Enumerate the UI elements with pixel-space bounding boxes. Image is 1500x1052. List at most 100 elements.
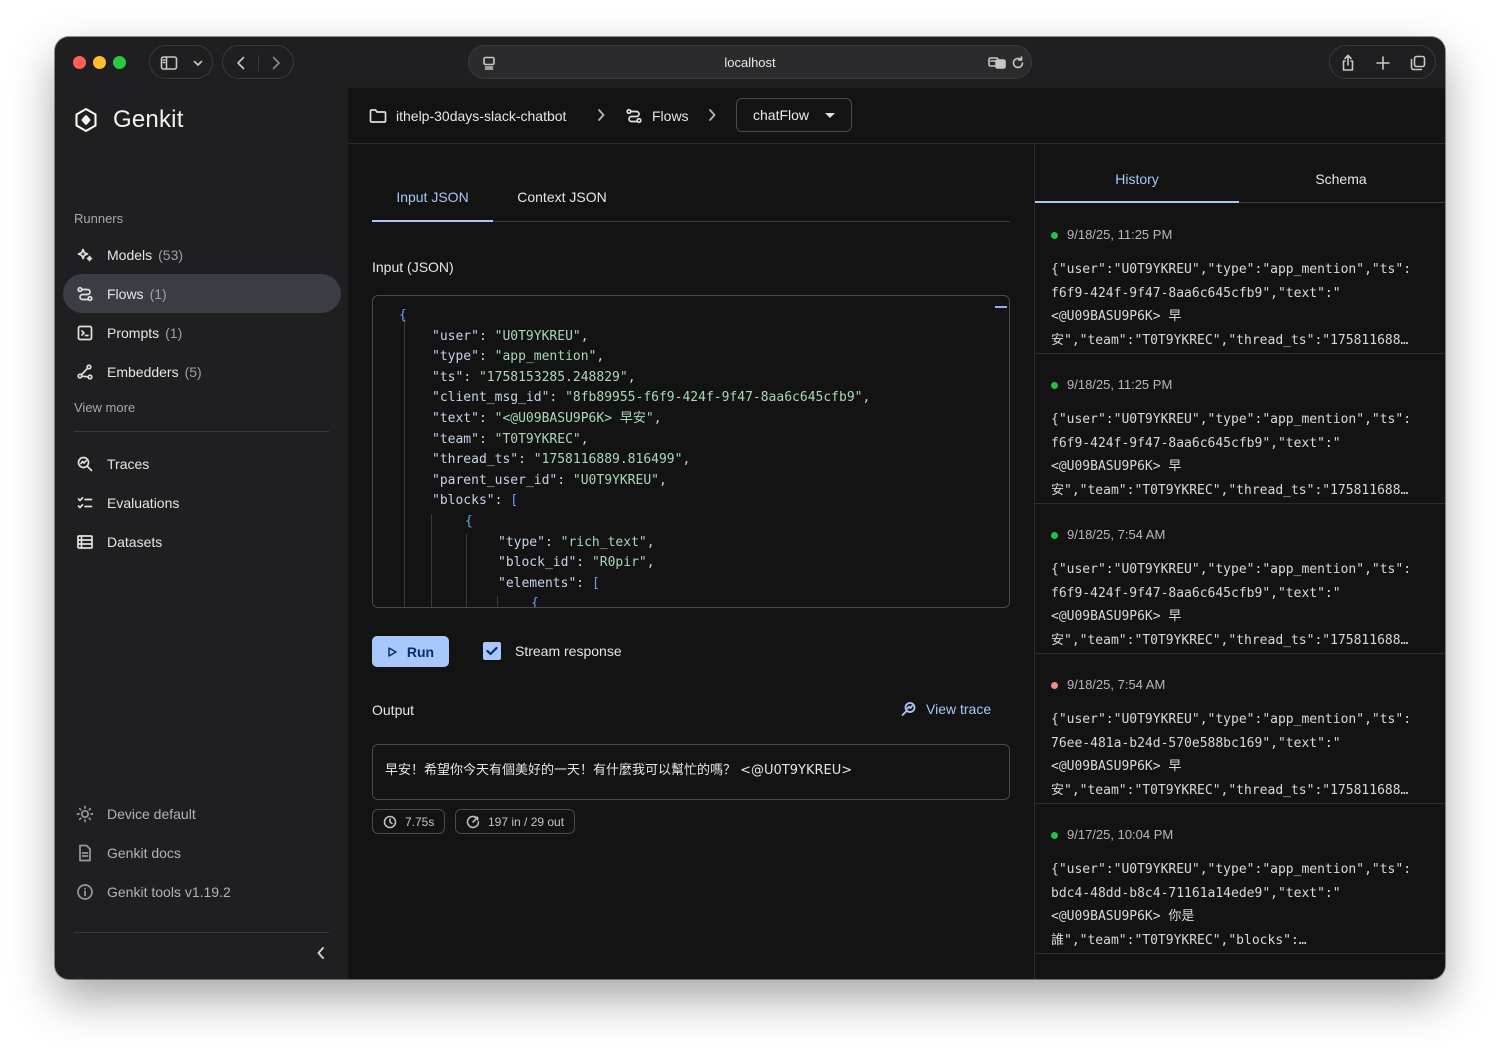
chevron-down-icon[interactable] [188, 46, 208, 80]
breadcrumb-project-label: ithelp-30days-slack-chatbot [396, 108, 567, 124]
sidebar-item-count: (1) [149, 285, 167, 302]
history-preview-line: 安","team":"T0T9YKREC","thread_ts":"17581… [1051, 632, 1409, 648]
sidebar-footer-label: Genkit tools v1.19.2 [107, 883, 231, 900]
code-line: "parent_user_id": "U0T9YKREU", [432, 472, 667, 488]
address-bar[interactable]: localhost [468, 45, 1032, 79]
history-entry[interactable]: 9/18/25, 11:25 PM {"user":"U0T9YKREU","ty… [1035, 354, 1445, 504]
history-nav-group [222, 45, 294, 79]
sidebar-item-label: Models [107, 246, 153, 263]
sidebar-divider [74, 431, 329, 432]
tab-context-json[interactable]: Context JSON [504, 174, 620, 221]
history-preview-line: bdc4-48dd-b8c4-71161a14ede9","text":" [1051, 885, 1341, 901]
history-preview-line: <@U09BASU9P6K> 早 [1051, 609, 1182, 625]
tab-history[interactable]: History [1035, 144, 1239, 203]
tab-overview-icon[interactable] [1404, 46, 1432, 80]
genkit-docs-link[interactable]: Genkit docs [63, 833, 341, 872]
back-arrow-icon[interactable] [229, 46, 253, 80]
view-more-link[interactable]: View more [74, 400, 135, 415]
history-preview-line: f6f9-424f-9f47-8aa6c645cfb9","text":" [1051, 435, 1341, 451]
code-line: "blocks": [ [432, 493, 519, 509]
status-dot-icon [1051, 682, 1058, 689]
code-line: { [465, 513, 473, 529]
history-preview-line: <@U09BASU9P6K> 早 [1051, 309, 1182, 325]
view-trace-label: View trace [926, 701, 992, 717]
tab-schema[interactable]: Schema [1239, 144, 1443, 202]
token-usage-value: 197 in / 29 out [488, 814, 565, 829]
checkmark-icon [486, 646, 498, 656]
run-button-label: Run [406, 643, 435, 660]
collapse-sidebar-button[interactable] [311, 943, 331, 963]
history-preview-line: 安","team":"T0T9YKREC","thread_ts":"17581… [1051, 782, 1409, 798]
code-line: "user": "U0T9YKREU", [432, 328, 589, 344]
breadcrumb-project[interactable]: ithelp-30days-slack-chatbot [369, 88, 566, 144]
input-json-editor[interactable]: { "user": "U0T9YKREU", "type": "app_mentio… [372, 295, 1010, 608]
sidebar-item-embedders[interactable]: Embedders (5) [63, 352, 341, 391]
browser-window: localhost Genkit Runners Models (53) Flo… [55, 37, 1445, 979]
code-line: { [399, 308, 407, 323]
share-icon[interactable] [1334, 46, 1362, 80]
close-window-button[interactable] [73, 56, 86, 69]
dropdown-caret-icon [825, 113, 835, 118]
history-entry[interactable]: 9/18/25, 11:25 PM {"user":"U0T9YKREU","ty… [1035, 204, 1445, 354]
sidebar-item-label: Embedders [107, 363, 179, 380]
sidebar-item-label: Evaluations [107, 494, 180, 511]
sidebar-toggle-icon[interactable] [158, 46, 180, 80]
history-timestamp: 9/18/25, 7:54 AM [1067, 677, 1166, 692]
theme-setting[interactable]: Device default [63, 794, 341, 833]
breadcrumb-flows-label: Flows [652, 108, 689, 124]
embedder-icon [76, 363, 94, 381]
sidebar-item-label: Prompts [107, 324, 160, 341]
history-timestamp: 9/18/25, 11:25 PM [1067, 227, 1173, 242]
code-line: "type": "app_mention", [432, 349, 605, 365]
brand-name: Genkit [113, 106, 184, 133]
breadcrumb-flows[interactable]: Flows [625, 88, 689, 144]
chevron-left-icon [317, 947, 324, 959]
zoom-window-button[interactable] [113, 56, 126, 69]
document-icon [76, 844, 94, 862]
sidebar-item-models[interactable]: Models (53) [63, 235, 341, 274]
history-preview-line: {"user":"U0T9YKREU","type":"app_mention"… [1051, 412, 1412, 427]
new-tab-icon[interactable] [1369, 46, 1397, 80]
flow-icon [626, 108, 642, 124]
genkit-logo-icon [75, 108, 97, 132]
view-trace-link[interactable]: View trace [901, 701, 991, 717]
stream-response-checkbox[interactable] [483, 642, 501, 660]
tab-input-json[interactable]: Input JSON [372, 174, 493, 222]
minimize-window-button[interactable] [93, 56, 106, 69]
input-json-label: Input (JSON) [372, 259, 454, 275]
history-entry[interactable]: 9/17/25, 10:04 PM {"user":"U0T9YKREU","ty… [1035, 804, 1445, 954]
reload-icon[interactable] [1008, 46, 1028, 80]
history-input-preview: {"user":"U0T9YKREU","type":"app_mention"… [1051, 708, 1431, 802]
sidebar-toggle-group[interactable] [149, 45, 213, 79]
run-button[interactable]: Run [372, 636, 449, 667]
sidebar-item-datasets[interactable]: Datasets [63, 522, 341, 561]
history-timestamp: 9/17/25, 10:04 PM [1067, 827, 1174, 842]
sidebar-item-count: (1) [165, 324, 183, 341]
info-icon [76, 883, 94, 901]
sidebar-item-flows[interactable]: Flows (1) [63, 274, 341, 313]
history-preview-line: <@U09BASU9P6K> 早 [1051, 459, 1182, 475]
code-line: "ts": "1758153285.248829", [432, 369, 636, 385]
history-input-preview: {"user":"U0T9YKREU","type":"app_mention"… [1051, 558, 1431, 652]
code-line: "client_msg_id": "8fb89955-f6f9-424f-9f4… [432, 390, 871, 406]
history-preview-line: f6f9-424f-9f47-8aa6c645cfb9","text":" [1051, 285, 1341, 301]
history-preview-line: 誰","team":"T0T9YKREC","blocks":… [1051, 932, 1307, 948]
nav-divider [258, 55, 259, 71]
sidebar-item-traces[interactable]: Traces [63, 444, 341, 483]
genkit-brand[interactable]: Genkit [73, 106, 184, 134]
output-text: 早安！希望你今天有個美好的一天！有什麼我可以幫忙的嗎？ <@U0T9YKREU> [372, 744, 1010, 800]
translate-icon[interactable] [986, 46, 1008, 80]
forward-arrow-icon[interactable] [264, 46, 288, 80]
flow-runner-panel: Input JSON Context JSON Input (JSON) { "u… [348, 144, 1034, 979]
sidebar-item-prompts[interactable]: Prompts (1) [63, 313, 341, 352]
stream-response-label[interactable]: Stream response [515, 643, 622, 659]
history-preview-line: 76ee-481a-b24d-570e588bc169","text":" [1051, 735, 1341, 751]
runners-section-label: Runners [74, 211, 124, 226]
flow-selector[interactable]: chatFlow [736, 98, 852, 132]
history-entry[interactable]: 9/18/25, 7:54 AM {"user":"U0T9YKREU","typ… [1035, 504, 1445, 654]
token-icon [466, 815, 480, 828]
sidebar-item-evaluations[interactable]: Evaluations [63, 483, 341, 522]
latency-chip: 7.75s [372, 809, 446, 834]
flow-icon [76, 285, 94, 303]
history-entry[interactable]: 9/18/25, 7:54 AM {"user":"U0T9YKREU","typ… [1035, 654, 1445, 804]
